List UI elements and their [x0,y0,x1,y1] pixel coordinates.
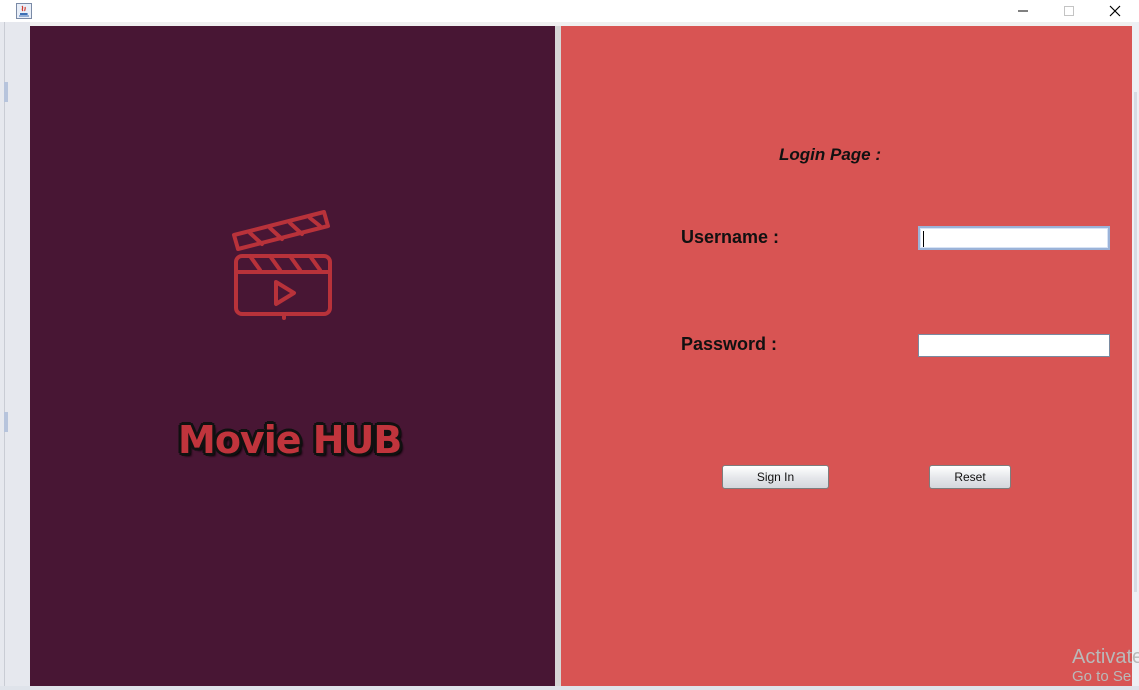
java-app-icon [16,3,32,19]
username-field[interactable] [918,226,1110,250]
maximize-button[interactable] [1046,0,1092,22]
brand-panel [30,26,555,686]
strip-marker [4,82,8,102]
close-icon [1109,5,1121,17]
reset-button[interactable]: Reset [929,465,1011,489]
clapperboard-play-icon [232,210,332,320]
strip-marker [4,412,8,432]
background-editor-strip [0,22,30,690]
minimize-icon [1018,10,1028,12]
strip-edge [4,22,5,690]
text-caret [923,231,924,247]
password-label: Password : [681,334,778,354]
windows-activation-watermark: Activate Go to Se [1072,646,1139,686]
username-label: Username : [681,227,780,247]
watermark-line-2: Go to Se [1072,668,1132,685]
sign-in-button[interactable]: Sign In [722,465,829,489]
close-button[interactable] [1092,0,1138,22]
app-brand-title: Movie HUB [178,418,402,462]
login-page-title: Login Page : [779,145,881,164]
window-title-bar [0,0,1139,22]
maximize-icon [1064,6,1074,16]
password-field[interactable] [918,334,1110,357]
window-right-edge [1132,22,1139,690]
minimize-button[interactable] [1000,0,1046,22]
scrollbar-track [1134,92,1137,592]
taskbar-remnant [0,686,1139,690]
watermark-line-1: Activate [1072,646,1139,668]
